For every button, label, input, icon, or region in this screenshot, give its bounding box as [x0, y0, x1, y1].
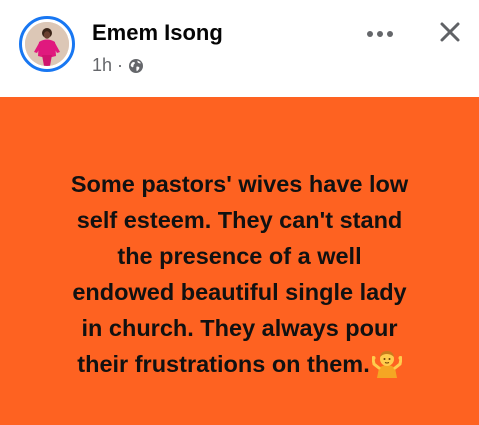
post-text-line: the presence of a well: [117, 243, 362, 269]
post-header: Emem Isong 1h ·: [0, 0, 479, 96]
close-icon: [440, 22, 460, 42]
avatar-photo: [25, 22, 69, 66]
author-avatar[interactable]: [19, 16, 75, 72]
post-text-line: endowed beautiful single lady: [72, 279, 407, 305]
post-text-line: self esteem. They can't stand: [76, 207, 403, 233]
post-background-card[interactable]: Some pastors' wives have low self esteem…: [0, 97, 479, 425]
post-text: Some pastors' wives have low self esteem…: [20, 166, 459, 382]
globe-icon[interactable]: [128, 58, 144, 74]
post-text-line: their frustrations on them.: [77, 351, 370, 377]
avatar-figure-icon: [25, 22, 69, 66]
post-text-last-line: their frustrations on them.: [20, 346, 459, 382]
author-name[interactable]: Emem Isong: [92, 20, 223, 46]
meta-separator: ·: [117, 55, 124, 75]
post-meta: 1h ·: [92, 55, 144, 76]
person-shrugging-emoji-icon: [371, 351, 402, 378]
close-button[interactable]: [434, 16, 466, 48]
post-text-line: in church. They always pour: [81, 315, 398, 341]
post-text-line: Some pastors' wives have low: [70, 171, 409, 197]
facebook-post: Emem Isong 1h · Some pastors' wives have…: [0, 0, 479, 425]
post-time[interactable]: 1h: [92, 55, 112, 76]
more-options-icon: [367, 31, 393, 37]
more-options-button[interactable]: [362, 24, 398, 44]
